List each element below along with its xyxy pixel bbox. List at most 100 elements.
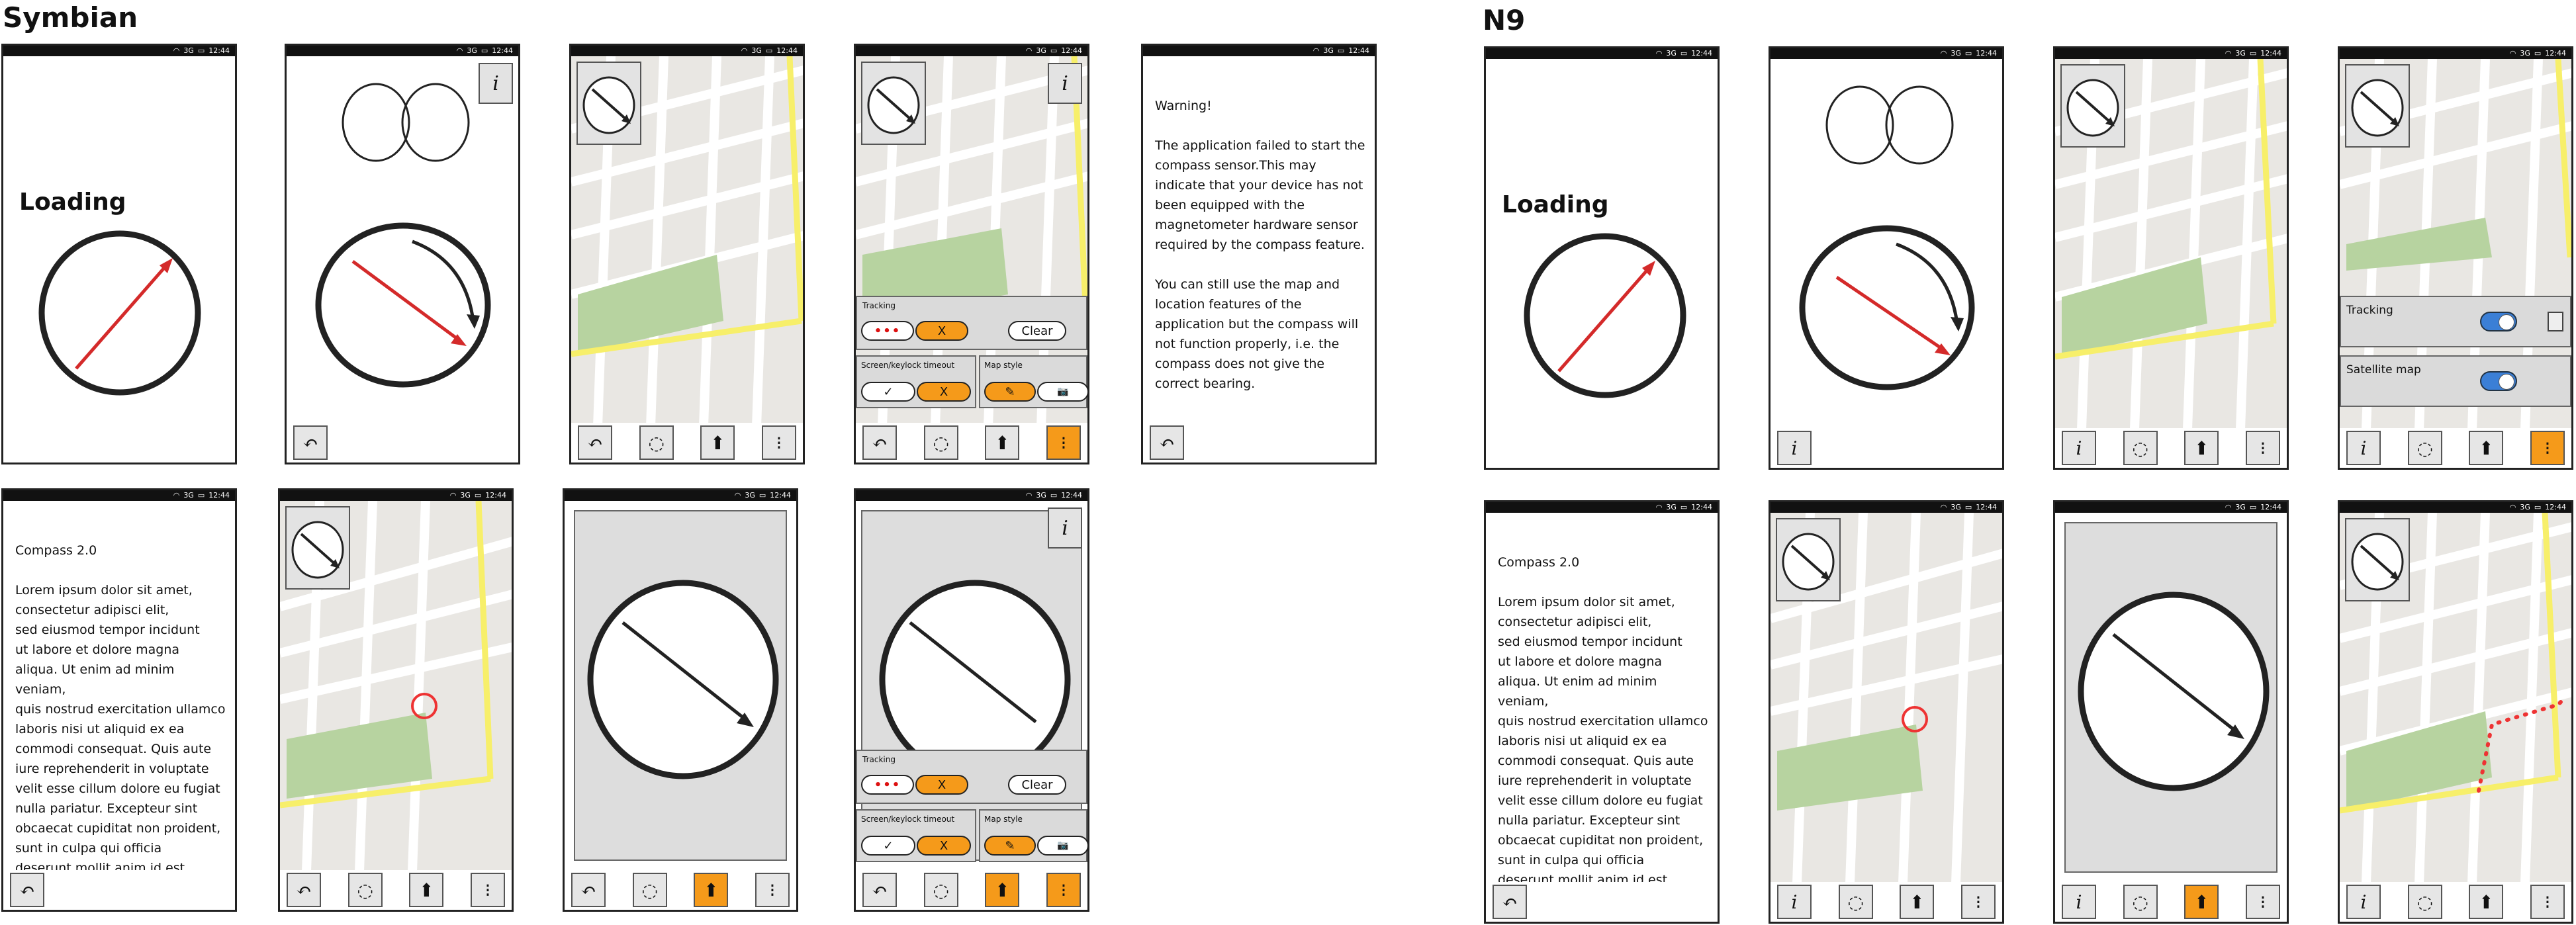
section-title-n9: N9 xyxy=(1483,4,1526,36)
clock-label: 12:44 xyxy=(2260,49,2281,58)
compass-mode-button[interactable]: ⬆ xyxy=(700,425,735,460)
clear-button[interactable]: Clear xyxy=(1008,321,1066,341)
back-button[interactable]: ↶ xyxy=(287,873,321,907)
battery-icon: ▭ xyxy=(1050,491,1058,500)
compass-mode-button[interactable]: ⬆ xyxy=(2469,885,2504,919)
clock-label: 12:44 xyxy=(1348,46,1369,55)
locate-button[interactable]: ◌ xyxy=(2123,885,2158,919)
more-button[interactable]: ⁝ xyxy=(1960,885,1996,919)
compass-mode-button[interactable]: ⬆ xyxy=(985,873,1020,907)
more-button[interactable]: ⁝ xyxy=(2245,885,2280,919)
tracking-off-button[interactable]: X xyxy=(915,775,968,795)
satellite-toggle[interactable] xyxy=(2480,371,2517,391)
compass-mode-button[interactable]: ⬆ xyxy=(694,873,729,907)
tracking-dots-button[interactable]: ••• xyxy=(861,321,914,341)
timeout-off-button[interactable]: X xyxy=(917,382,971,402)
mini-compass[interactable] xyxy=(861,62,926,145)
clock-label: 12:44 xyxy=(208,491,230,500)
back-button[interactable]: ↶ xyxy=(571,873,606,907)
info-button[interactable]: i xyxy=(1048,63,1082,104)
mini-compass[interactable] xyxy=(285,506,350,590)
mini-compass[interactable] xyxy=(1776,518,1841,601)
compass-needle-icon xyxy=(1782,533,1835,591)
more-button[interactable]: ⁝ xyxy=(2530,885,2565,919)
clear-button[interactable]: Clear xyxy=(1008,775,1066,795)
clock-label: 12:44 xyxy=(1061,491,1082,500)
map-street-button[interactable]: ✎ xyxy=(984,382,1036,402)
locate-button[interactable]: ◌ xyxy=(2407,431,2442,465)
about-title: Compass 2.0 xyxy=(1498,555,1580,570)
status-bar: ◠ 3G ▭ 12:44 xyxy=(856,46,1087,56)
n9-map-screen: ◠ 3G ▭ 12:44 i ◌ ⬆ ⁝ xyxy=(2053,46,2289,470)
locate-button[interactable]: ◌ xyxy=(632,873,667,907)
symbian-map-screen: ◠ 3G ▭ 12:44 ↶ ◌ ⬆ ⁝ xyxy=(569,44,805,464)
back-button[interactable]: ↶ xyxy=(862,425,897,460)
info-button[interactable]: i xyxy=(2062,431,2096,465)
back-button[interactable]: ↶ xyxy=(1150,425,1184,460)
wifi-icon: ◠ xyxy=(1940,503,1947,511)
compass-mode-button[interactable]: ⬆ xyxy=(1900,885,1935,919)
symbian-compass-settings-screen: ◠ 3G ▭ 12:44 i Tracking ••• X Clear Screen/… xyxy=(854,488,1089,912)
battery-icon: ▭ xyxy=(765,46,773,55)
info-button[interactable]: i xyxy=(2346,431,2381,465)
back-button[interactable]: ↶ xyxy=(862,873,897,907)
info-button[interactable]: i xyxy=(2062,885,2096,919)
mini-compass[interactable] xyxy=(2060,64,2125,148)
info-button[interactable]: i xyxy=(1048,507,1082,549)
compass-mode-button[interactable]: ⬆ xyxy=(409,873,444,907)
info-button[interactable]: i xyxy=(2346,885,2381,919)
toolbar: i ◌ ⬆ ⁝ xyxy=(2055,882,2287,922)
timeout-off-button[interactable]: X xyxy=(917,836,971,856)
map-street-button[interactable]: ✎ xyxy=(984,836,1036,856)
locate-button[interactable]: ◌ xyxy=(347,873,383,907)
locate-icon: ◌ xyxy=(933,431,949,454)
network-label: 3G xyxy=(2520,503,2530,511)
more-button[interactable]: ⁝ xyxy=(1046,873,1081,907)
n9-about-screen: ◠ 3G ▭ 12:44 Compass 2.0 Lorem ipsum dolor … xyxy=(1484,500,1720,924)
map-satellite-button[interactable]: 📷 xyxy=(1037,836,1087,856)
trash-icon[interactable] xyxy=(2548,312,2563,331)
compass-mode-button[interactable]: ⬆ xyxy=(2184,431,2219,465)
map-satellite-button[interactable]: 📷 xyxy=(1037,382,1087,402)
network-label: 3G xyxy=(1666,49,1677,58)
compass-panel xyxy=(574,510,787,861)
back-button[interactable]: ↶ xyxy=(1493,885,1527,919)
back-button[interactable]: ↶ xyxy=(578,425,612,460)
locate-button[interactable]: ◌ xyxy=(923,425,958,460)
clear-label: Clear xyxy=(1021,777,1053,792)
compass-mode-button[interactable]: ⬆ xyxy=(985,425,1020,460)
more-button[interactable]: ⁝ xyxy=(470,873,505,907)
back-button[interactable]: ↶ xyxy=(293,425,328,460)
locate-button[interactable]: ◌ xyxy=(639,425,674,460)
mini-compass[interactable] xyxy=(2345,64,2410,148)
clock-label: 12:44 xyxy=(2545,503,2566,511)
locate-button[interactable]: ◌ xyxy=(2123,431,2158,465)
more-button[interactable]: ⁝ xyxy=(1046,425,1081,460)
more-button[interactable]: ⁝ xyxy=(761,425,796,460)
timeout-on-button[interactable]: ✓ xyxy=(861,836,915,856)
locate-button[interactable]: ◌ xyxy=(923,873,958,907)
compass-mode-button[interactable]: ⬆ xyxy=(2469,431,2504,465)
tracking-off-button[interactable]: X xyxy=(915,321,968,341)
mapstyle-panel: Map style ✎ 📷 xyxy=(979,809,1087,862)
info-button[interactable]: i xyxy=(1777,431,1812,465)
battery-icon: ▭ xyxy=(481,46,488,55)
timeout-label: Screen/keylock timeout xyxy=(861,361,955,370)
compass-mode-button[interactable]: ⬆ xyxy=(2184,885,2219,919)
camera-icon: 📷 xyxy=(1057,840,1069,851)
locate-button[interactable]: ◌ xyxy=(2407,885,2442,919)
tracking-dots-button[interactable]: ••• xyxy=(861,775,914,795)
locate-button[interactable]: ◌ xyxy=(1838,885,1873,919)
more-button[interactable]: ⁝ xyxy=(2245,431,2280,465)
mini-compass[interactable] xyxy=(576,62,641,145)
more-button[interactable]: ⁝ xyxy=(2530,431,2565,465)
toolbar: ↶ xyxy=(1143,423,1375,462)
tracking-toggle[interactable] xyxy=(2480,312,2517,331)
symbian-compass-screen: ◠ 3G ▭ 12:44 ↶ ◌ ⬆ ⁝ xyxy=(563,488,798,912)
info-button[interactable]: i xyxy=(1777,885,1812,919)
more-button[interactable]: ⁝ xyxy=(755,873,790,907)
status-bar: ◠ 3G ▭ 12:44 xyxy=(1143,46,1375,56)
back-button[interactable]: ↶ xyxy=(10,873,44,907)
timeout-on-button[interactable]: ✓ xyxy=(861,382,915,402)
mini-compass[interactable] xyxy=(2345,518,2410,601)
